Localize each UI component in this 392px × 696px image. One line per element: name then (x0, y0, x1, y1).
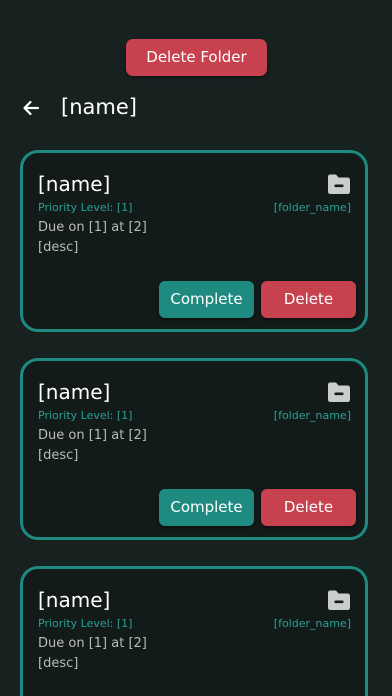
task-description: [desc] (38, 656, 79, 671)
due-date: Due on [1] at [2] (38, 428, 147, 443)
due-date: Due on [1] at [2] (38, 220, 147, 235)
header: Delete Folder [name] (0, 0, 392, 150)
complete-button[interactable]: Complete (159, 489, 254, 526)
folder-minus-icon (328, 382, 350, 402)
task-title: [name] (38, 172, 111, 196)
task-title: [name] (38, 588, 111, 612)
arrow-left-icon (23, 100, 40, 116)
folder-minus-icon (328, 590, 350, 610)
task-card: [name] Priority Level: [1] [folder_name]… (20, 358, 368, 540)
task-card: [name] Priority Level: [1] [folder_name]… (20, 566, 368, 696)
delete-button[interactable]: Delete (261, 281, 356, 318)
due-date: Due on [1] at [2] (38, 636, 147, 651)
folder-name: [folder_name] (273, 617, 351, 630)
folder-minus-icon (328, 174, 350, 194)
priority-level: Priority Level: [1] (38, 201, 133, 214)
priority-level: Priority Level: [1] (38, 617, 133, 630)
page-title: [name] (61, 95, 137, 119)
delete-button[interactable]: Delete (261, 489, 356, 526)
back-button[interactable] (18, 95, 44, 121)
delete-folder-button[interactable]: Delete Folder (126, 39, 267, 76)
task-title: [name] (38, 380, 111, 404)
complete-button[interactable]: Complete (159, 281, 254, 318)
folder-name: [folder_name] (273, 201, 351, 214)
priority-level: Priority Level: [1] (38, 409, 133, 422)
task-card: [name] Priority Level: [1] [folder_name]… (20, 150, 368, 332)
task-description: [desc] (38, 240, 79, 255)
task-description: [desc] (38, 448, 79, 463)
folder-name: [folder_name] (273, 409, 351, 422)
